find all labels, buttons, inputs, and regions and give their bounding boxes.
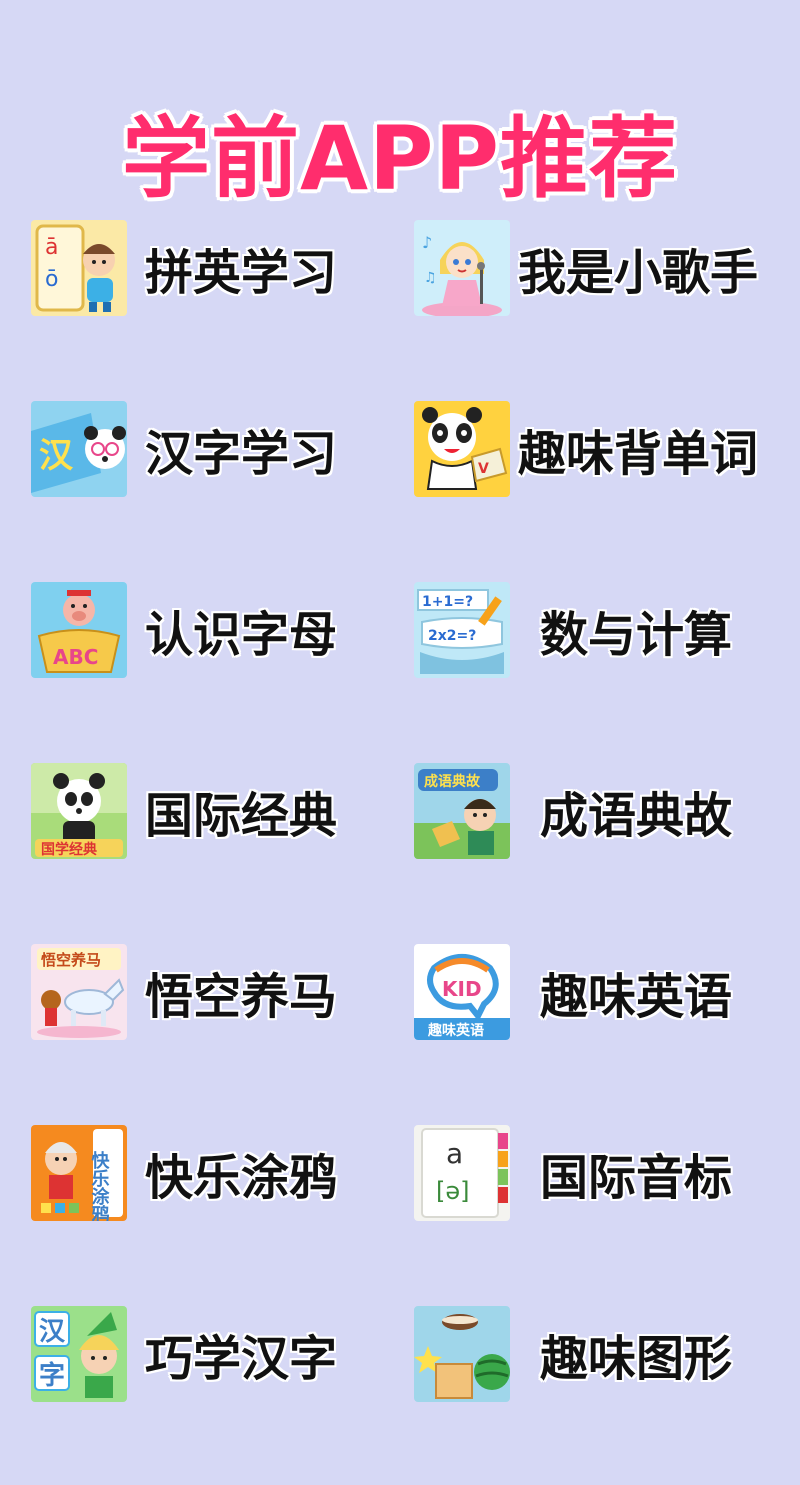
app-label: 巧学汉字 (144, 1330, 338, 1388)
smart-hanzi-icon: 汉 字 (31, 1306, 127, 1402)
app-row: 汉 汉字学习 V 趣味背单词 (0, 399, 800, 580)
kid-english-icon: KID 趣味英语 (414, 944, 510, 1040)
app-label: 国际经典 (144, 787, 338, 845)
svg-text:V: V (478, 461, 489, 477)
abc-text: ABC (53, 645, 98, 669)
app-item-idiom[interactable]: 成语典故 成语典故 (414, 761, 794, 861)
app-label: 趣味背单词 (517, 425, 759, 483)
app-label: 数与计算 (539, 606, 733, 664)
shapes-icon (414, 1306, 510, 1402)
app-label: 拼英学习 (144, 244, 338, 302)
phonetics-icon: a [ə] (414, 1125, 510, 1221)
math-icon: 1+1=? 2x2=? (414, 582, 510, 678)
pinyin-a-text: ā (45, 235, 58, 260)
svg-text:♪: ♪ (422, 233, 432, 252)
app-label: 我是小歌手 (517, 244, 759, 302)
wukong-horse-icon: 悟空养马 (31, 944, 127, 1040)
kid-banner-text: 趣味英语 (427, 1022, 484, 1039)
smart-han-text: 汉 (39, 1317, 66, 1347)
app-item-phonetics[interactable]: a [ə] 国际音标 (414, 1123, 794, 1223)
app-label: 趣味英语 (539, 968, 733, 1026)
app-row: ā ō 拼英学习 ♪ ♫ 我是小歌手 (0, 218, 800, 399)
app-item-smart-hanzi[interactable]: 汉 字 巧学汉字 (31, 1304, 391, 1404)
app-item-classics[interactable]: 国学经典 国际经典 (31, 761, 391, 861)
app-row: 国学经典 国际经典 成语典故 成语典故 (0, 761, 800, 942)
hanzi-learning-icon: 汉 (31, 401, 127, 497)
classics-banner-text: 国学经典 (41, 841, 97, 858)
app-item-wukong[interactable]: 悟空养马 悟空养马 (31, 942, 391, 1042)
smart-zi-text: 字 (39, 1360, 65, 1391)
app-grid: ā ō 拼英学习 ♪ ♫ 我是小歌手 汉 汉字学习 V 趣味背单词 ABC 认识… (0, 218, 800, 1485)
app-label: 汉字学习 (144, 425, 338, 483)
app-item-singer[interactable]: ♪ ♫ 我是小歌手 (414, 218, 794, 318)
fun-words-icon: V (414, 401, 510, 497)
page-title: 学前APP推荐 (120, 105, 679, 212)
app-item-kid-english[interactable]: KID 趣味英语 趣味英语 (414, 942, 794, 1042)
doodle-banner-text: 快乐涂鸦 (89, 1150, 110, 1221)
alphabet-icon: ABC (31, 582, 127, 678)
app-item-math[interactable]: 1+1=? 2x2=? 数与计算 (414, 580, 794, 680)
svg-text:♫: ♫ (424, 270, 437, 286)
app-row: 快乐涂鸦 快乐涂鸦 a [ə] 国际音标 (0, 1123, 800, 1304)
little-singer-icon: ♪ ♫ (414, 220, 510, 316)
app-item-pinyin[interactable]: ā ō 拼英学习 (31, 218, 391, 318)
app-label: 认识字母 (144, 606, 338, 664)
classics-icon: 国学经典 (31, 763, 127, 859)
app-row: 汉 字 巧学汉字 趣味图形 (0, 1304, 800, 1485)
app-row: ABC 认识字母 1+1=? 2x2=? 数与计算 (0, 580, 800, 761)
doodle-icon: 快乐涂鸦 (31, 1125, 127, 1221)
app-label: 成语典故 (539, 787, 733, 845)
idiom-banner-text: 成语典故 (424, 773, 481, 790)
app-item-fun-words[interactable]: V 趣味背单词 (414, 399, 794, 499)
wukong-banner-text: 悟空养马 (41, 951, 101, 969)
app-row: 悟空养马 悟空养马 KID 趣味英语 趣味英语 (0, 942, 800, 1123)
app-label: 快乐涂鸦 (144, 1149, 338, 1207)
hanzi-han-text: 汉 (39, 436, 74, 476)
phon-schwa-text: [ə] (436, 1177, 470, 1205)
app-label: 趣味图形 (539, 1330, 733, 1388)
math-line-1: 1+1=? (422, 594, 473, 610)
app-item-shapes[interactable]: 趣味图形 (414, 1304, 794, 1404)
pinyin-learning-icon: ā ō (31, 220, 127, 316)
app-item-hanzi[interactable]: 汉 汉字学习 (31, 399, 391, 499)
idiom-stories-icon: 成语典故 (414, 763, 510, 859)
app-item-doodle[interactable]: 快乐涂鸦 快乐涂鸦 (31, 1123, 391, 1223)
app-item-alphabet[interactable]: ABC 认识字母 (31, 580, 391, 680)
kid-text: KID (442, 977, 482, 1001)
math-line-2: 2x2=? (428, 628, 476, 644)
pinyin-o-text: ō (45, 267, 58, 292)
app-label: 国际音标 (539, 1149, 733, 1207)
app-label: 悟空养马 (144, 968, 338, 1026)
phon-a-text: a (446, 1137, 463, 1170)
